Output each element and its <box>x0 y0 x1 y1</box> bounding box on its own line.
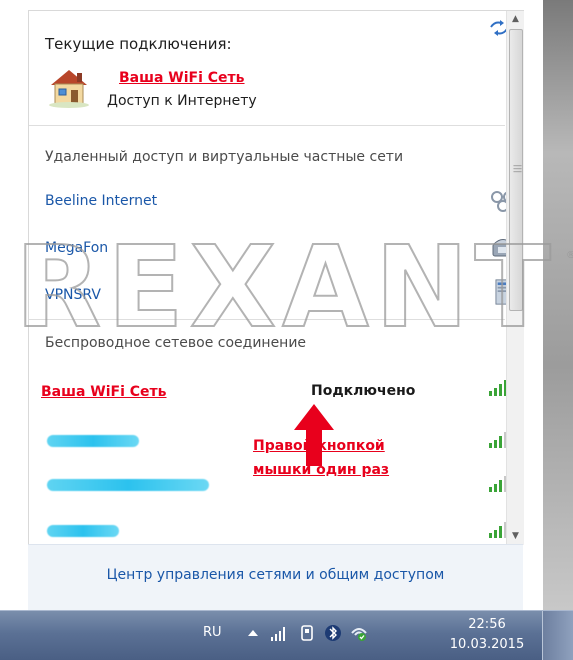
connected-network-name[interactable]: Ваша WiFi Сеть <box>41 384 167 400</box>
wireless-section-header[interactable]: Беспроводное сетевое соединение <box>45 335 521 351</box>
hidden-network-name[interactable] <box>47 479 209 491</box>
clock-date: 10.03.2015 <box>449 637 525 652</box>
current-network-name[interactable]: Ваша WiFi Сеть <box>119 70 245 86</box>
connected-status: Подключено <box>311 383 416 399</box>
network-item-megafon[interactable]: MegaFon <box>45 240 521 256</box>
red-arrow-icon <box>294 404 334 466</box>
internet-access-status: Доступ к Интернету <box>107 93 257 109</box>
current-network-link[interactable]: Ваша WiFi Сеть <box>119 67 524 86</box>
show-hidden-icons-arrow-icon[interactable] <box>244 624 262 642</box>
bluetooth-icon[interactable] <box>324 624 342 642</box>
network-center-link[interactable]: Центр управления сетями и общим доступом <box>28 567 523 583</box>
scroll-up-arrow-icon[interactable]: ▲ <box>507 11 524 28</box>
hidden-network-name[interactable] <box>47 525 119 537</box>
network-item-vpnsrv[interactable]: VPNSRV <box>45 287 521 303</box>
clock-time: 22:56 <box>468 617 506 632</box>
grip-icon: — — — <box>513 161 522 177</box>
remote-access-header[interactable]: Удаленный доступ и виртуальные частные с… <box>45 149 521 165</box>
clock[interactable]: 22:56 10.03.2015 <box>447 615 527 655</box>
scroll-down-arrow-icon[interactable]: ▼ <box>507 528 524 545</box>
hidden-network-name[interactable] <box>47 435 139 447</box>
current-connections-title: Текущие подключения: <box>45 35 232 53</box>
scrollbar-thumb[interactable]: — — — <box>509 29 523 311</box>
home-network-icon <box>49 70 89 108</box>
language-indicator[interactable]: RU <box>203 625 222 640</box>
desktop-background <box>543 0 573 610</box>
wifi-network-connected[interactable]: Ваша WiFi Сеть <box>41 381 517 400</box>
divider <box>29 125 505 126</box>
divider <box>29 319 505 320</box>
taskbar: RU 22:56 10.03.2015 <box>0 610 573 660</box>
network-item-beeline[interactable]: Beeline Internet <box>45 193 521 209</box>
flyout-footer: Центр управления сетями и общим доступом <box>28 544 523 611</box>
network-flyout: Текущие подключения: Ваша WiFi Сеть Дост… <box>28 10 524 545</box>
removable-device-icon[interactable] <box>298 624 316 642</box>
network-signal-icon[interactable] <box>270 624 288 642</box>
connection-status-icon[interactable] <box>350 624 368 642</box>
show-desktop-button[interactable] <box>542 611 573 660</box>
scrollbar[interactable]: ▲ — — — ▼ <box>506 11 524 545</box>
